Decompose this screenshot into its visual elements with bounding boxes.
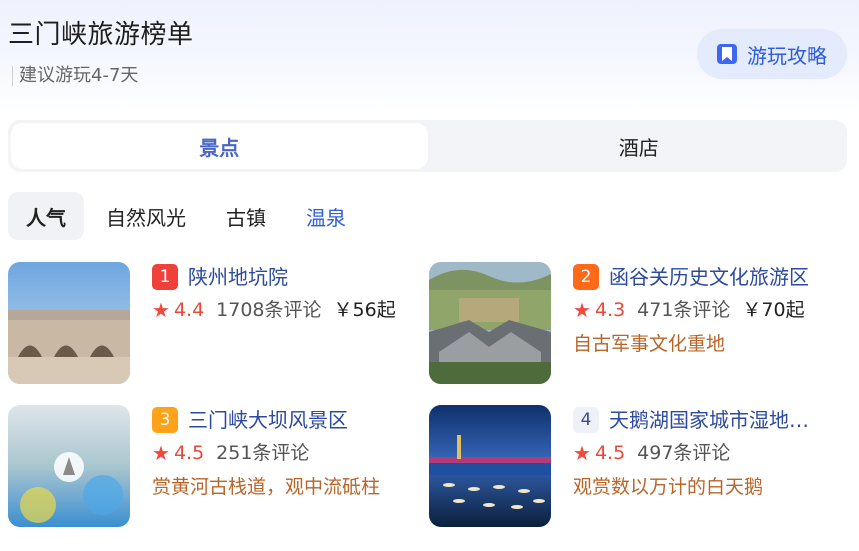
category-tabs: 景点 酒店 (8, 120, 847, 172)
attraction-photo[interactable] (8, 262, 130, 384)
trip-duration-hint: 建议游玩4-7天 (12, 66, 138, 86)
star-icon: ★ (152, 298, 170, 322)
list-item[interactable]: 3 三门峡大坝风景区 ★ 4.5 251条评论 赏黄河古栈道，观中流砥柱 (8, 405, 418, 529)
rank-badge: 2 (573, 264, 599, 290)
attraction-tagline: 自古军事文化重地 (573, 333, 726, 355)
ticket-price: ￥70起 (742, 299, 805, 321)
tab-attractions[interactable]: 景点 (11, 123, 428, 169)
attraction-meta: ★ 4.5 251条评论 (152, 439, 321, 467)
attraction-tagline: 赏黄河古栈道，观中流砥柱 (152, 476, 381, 498)
filter-ancient-town[interactable]: 古镇 (208, 192, 284, 240)
travel-guide-button[interactable]: 游玩攻略 (697, 29, 847, 79)
filter-hot-spring[interactable]: 温泉 (288, 192, 364, 240)
star-icon: ★ (152, 441, 170, 465)
travel-guide-label: 游玩攻略 (747, 43, 827, 68)
review-count: 471条评论 (637, 299, 731, 321)
attraction-name[interactable]: 三门峡大坝风景区 (188, 405, 418, 435)
attraction-name[interactable]: 陕州地坑院 (188, 262, 418, 292)
ticket-price: ￥56起 (333, 299, 396, 321)
list-item[interactable]: 1 陕州地坑院 ★ 4.4 1708条评论 ￥56起 (8, 262, 418, 386)
attraction-meta: ★ 4.3 471条评论 ￥70起 (573, 296, 805, 324)
rank-badge: 1 (152, 264, 178, 290)
bookmark-icon (717, 44, 737, 64)
filter-nature[interactable]: 自然风光 (88, 192, 204, 240)
attraction-tagline: 观赏数以万计的白天鹅 (573, 476, 764, 498)
attraction-name[interactable]: 天鹅湖国家城市湿地… (609, 405, 839, 435)
attraction-photo[interactable] (8, 405, 130, 527)
review-count: 1708条评论 (216, 299, 322, 321)
attraction-photo[interactable] (429, 405, 551, 527)
rating-score: 4.4 (173, 299, 205, 321)
rating-score: 4.3 (594, 299, 626, 321)
page-title: 三门峡旅游榜单 (8, 20, 194, 50)
tab-hotels[interactable]: 酒店 (431, 120, 848, 172)
rating-score: 4.5 (173, 442, 205, 464)
review-count: 497条评论 (637, 442, 731, 464)
review-count: 251条评论 (216, 442, 310, 464)
attraction-photo[interactable] (429, 262, 551, 384)
attraction-name[interactable]: 函谷关历史文化旅游区 (609, 262, 839, 292)
filter-popular[interactable]: 人气 (8, 192, 84, 240)
star-icon: ★ (573, 298, 591, 322)
filter-chips: 人气 自然风光 古镇 温泉 (8, 192, 364, 240)
rank-badge: 4 (573, 407, 599, 433)
list-item[interactable]: 2 函谷关历史文化旅游区 ★ 4.3 471条评论 ￥70起 自古军事文化重地 (429, 262, 839, 386)
attraction-meta: ★ 4.5 497条评论 (573, 439, 742, 467)
attraction-meta: ★ 4.4 1708条评论 ￥56起 (152, 296, 396, 324)
list-item[interactable]: 4 天鹅湖国家城市湿地… ★ 4.5 497条评论 观赏数以万计的白天鹅 (429, 405, 839, 529)
rank-badge: 3 (152, 407, 178, 433)
star-icon: ★ (573, 441, 591, 465)
rating-score: 4.5 (594, 442, 626, 464)
